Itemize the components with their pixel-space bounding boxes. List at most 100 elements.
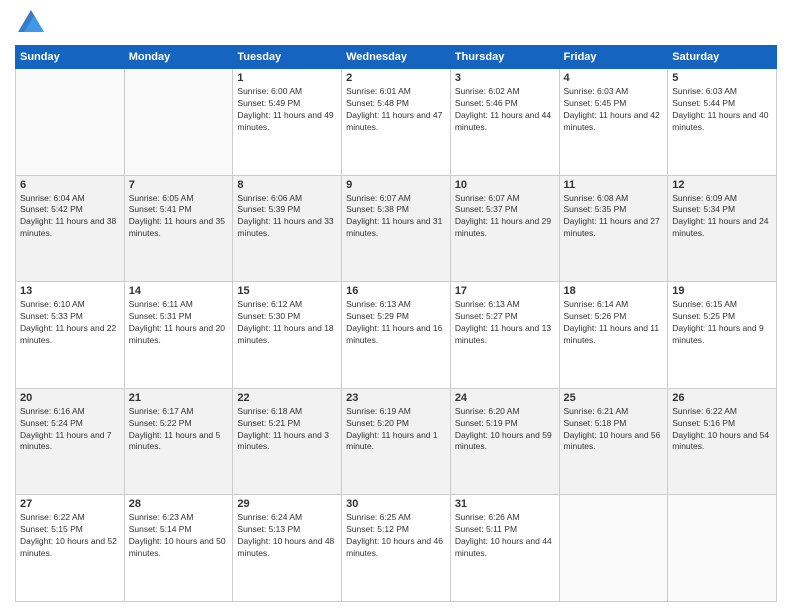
cell-details: Sunrise: 6:03 AM Sunset: 5:45 PM Dayligh… [564, 86, 664, 134]
weekday-header: Thursday [450, 46, 559, 69]
cell-details: Sunrise: 6:17 AM Sunset: 5:22 PM Dayligh… [129, 406, 229, 454]
cell-details: Sunrise: 6:07 AM Sunset: 5:37 PM Dayligh… [455, 193, 555, 241]
calendar-cell: 30 Sunrise: 6:25 AM Sunset: 5:12 PM Dayli… [342, 495, 451, 602]
calendar-cell: 17 Sunrise: 6:13 AM Sunset: 5:27 PM Dayli… [450, 282, 559, 389]
calendar-cell: 6Sunrise: 6:04 AM Sunset: 5:42 PM Daylig… [16, 175, 125, 282]
calendar-cell: 10 Sunrise: 6:07 AM Sunset: 5:37 PM Dayli… [450, 175, 559, 282]
calendar-cell: 1Sunrise: 6:00 AM Sunset: 5:49 PM Daylig… [233, 69, 342, 176]
cell-details: Sunrise: 6:07 AM Sunset: 5:38 PM Dayligh… [346, 193, 446, 241]
header [15, 10, 777, 37]
calendar-cell: 26Sunrise: 6:22 AM Sunset: 5:16 PM Dayli… [668, 388, 777, 495]
cell-details: Sunrise: 6:15 AM Sunset: 5:25 PM Dayligh… [672, 299, 772, 347]
cell-details: Sunrise: 6:24 AM Sunset: 5:13 PM Dayligh… [237, 512, 337, 560]
calendar-cell: 28 Sunrise: 6:23 AM Sunset: 5:14 PM Dayli… [124, 495, 233, 602]
calendar-cell: 14Sunrise: 6:11 AM Sunset: 5:31 PM Dayli… [124, 282, 233, 389]
cell-details: Sunrise: 6:10 AM Sunset: 5:33 PM Dayligh… [20, 299, 120, 347]
day-number: 30 [346, 498, 446, 510]
calendar-week-row: 13 Sunrise: 6:10 AM Sunset: 5:33 PM Dayli… [16, 282, 777, 389]
cell-details: Sunrise: 6:03 AM Sunset: 5:44 PM Dayligh… [672, 86, 772, 134]
calendar-week-row: 27 Sunrise: 6:22 AM Sunset: 5:15 PM Dayli… [16, 495, 777, 602]
cell-details: Sunrise: 6:12 AM Sunset: 5:30 PM Dayligh… [237, 299, 337, 347]
calendar-cell: 25 Sunrise: 6:21 AM Sunset: 5:18 PM Dayli… [559, 388, 668, 495]
day-number: 22 [237, 392, 337, 404]
calendar-week-row: 20 Sunrise: 6:16 AM Sunset: 5:24 PM Dayli… [16, 388, 777, 495]
day-number: 8 [237, 179, 337, 191]
calendar-cell: 20 Sunrise: 6:16 AM Sunset: 5:24 PM Dayli… [16, 388, 125, 495]
cell-details: Sunrise: 6:22 AM Sunset: 5:15 PM Dayligh… [20, 512, 120, 560]
day-number: 9 [346, 179, 446, 191]
calendar-cell: 7 Sunrise: 6:05 AM Sunset: 5:41 PM Daylig… [124, 175, 233, 282]
calendar-cell: 18 Sunrise: 6:14 AM Sunset: 5:26 PM Dayli… [559, 282, 668, 389]
cell-details: Sunrise: 6:06 AM Sunset: 5:39 PM Dayligh… [237, 193, 337, 241]
day-number: 24 [455, 392, 555, 404]
weekday-header: Friday [559, 46, 668, 69]
calendar-cell: 3Sunrise: 6:02 AM Sunset: 5:46 PM Daylig… [450, 69, 559, 176]
cell-details: Sunrise: 6:08 AM Sunset: 5:35 PM Dayligh… [564, 193, 664, 241]
day-number: 18 [564, 285, 664, 297]
logo-text [15, 14, 44, 37]
calendar-week-row: 1Sunrise: 6:00 AM Sunset: 5:49 PM Daylig… [16, 69, 777, 176]
calendar-cell: 5 Sunrise: 6:03 AM Sunset: 5:44 PM Daylig… [668, 69, 777, 176]
weekday-header: Sunday [16, 46, 125, 69]
day-number: 16 [346, 285, 446, 297]
calendar-cell: 8 Sunrise: 6:06 AM Sunset: 5:39 PM Daylig… [233, 175, 342, 282]
day-number: 5 [672, 72, 772, 84]
day-number: 19 [672, 285, 772, 297]
calendar-cell [559, 495, 668, 602]
calendar-cell: 24 Sunrise: 6:20 AM Sunset: 5:19 PM Dayli… [450, 388, 559, 495]
cell-details: Sunrise: 6:13 AM Sunset: 5:29 PM Dayligh… [346, 299, 446, 347]
cell-details: Sunrise: 6:25 AM Sunset: 5:12 PM Dayligh… [346, 512, 446, 560]
logo [15, 14, 44, 37]
day-number: 14 [129, 285, 229, 297]
calendar-cell: 22 Sunrise: 6:18 AM Sunset: 5:21 PM Dayli… [233, 388, 342, 495]
calendar-cell [124, 69, 233, 176]
calendar-cell: 15 Sunrise: 6:12 AM Sunset: 5:30 PM Dayli… [233, 282, 342, 389]
day-number: 28 [129, 498, 229, 510]
cell-details: Sunrise: 6:26 AM Sunset: 5:11 PM Dayligh… [455, 512, 555, 560]
cell-details: Sunrise: 6:13 AM Sunset: 5:27 PM Dayligh… [455, 299, 555, 347]
calendar-cell: 13 Sunrise: 6:10 AM Sunset: 5:33 PM Dayli… [16, 282, 125, 389]
calendar-cell: 21 Sunrise: 6:17 AM Sunset: 5:22 PM Dayli… [124, 388, 233, 495]
day-number: 1 [237, 72, 337, 84]
day-number: 20 [20, 392, 120, 404]
cell-details: Sunrise: 6:19 AM Sunset: 5:20 PM Dayligh… [346, 406, 446, 454]
cell-details: Sunrise: 6:23 AM Sunset: 5:14 PM Dayligh… [129, 512, 229, 560]
cell-details: Sunrise: 6:14 AM Sunset: 5:26 PM Dayligh… [564, 299, 664, 347]
day-number: 13 [20, 285, 120, 297]
day-number: 6 [20, 179, 120, 191]
day-number: 11 [564, 179, 664, 191]
day-number: 4 [564, 72, 664, 84]
day-number: 31 [455, 498, 555, 510]
day-number: 17 [455, 285, 555, 297]
cell-details: Sunrise: 6:05 AM Sunset: 5:41 PM Dayligh… [129, 193, 229, 241]
calendar-cell: 12Sunrise: 6:09 AM Sunset: 5:34 PM Dayli… [668, 175, 777, 282]
calendar-page: SundayMondayTuesdayWednesdayThursdayFrid… [0, 0, 792, 612]
calendar-header-row: SundayMondayTuesdayWednesdayThursdayFrid… [16, 46, 777, 69]
cell-details: Sunrise: 6:16 AM Sunset: 5:24 PM Dayligh… [20, 406, 120, 454]
cell-details: Sunrise: 6:22 AM Sunset: 5:16 PM Dayligh… [672, 406, 772, 454]
calendar-cell [668, 495, 777, 602]
cell-details: Sunrise: 6:01 AM Sunset: 5:48 PM Dayligh… [346, 86, 446, 134]
day-number: 10 [455, 179, 555, 191]
calendar-cell: 16 Sunrise: 6:13 AM Sunset: 5:29 PM Dayli… [342, 282, 451, 389]
cell-details: Sunrise: 6:18 AM Sunset: 5:21 PM Dayligh… [237, 406, 337, 454]
weekday-header: Wednesday [342, 46, 451, 69]
day-number: 27 [20, 498, 120, 510]
calendar-cell: 4 Sunrise: 6:03 AM Sunset: 5:45 PM Daylig… [559, 69, 668, 176]
day-number: 7 [129, 179, 229, 191]
day-number: 15 [237, 285, 337, 297]
calendar-cell: 2Sunrise: 6:01 AM Sunset: 5:48 PM Daylig… [342, 69, 451, 176]
cell-details: Sunrise: 6:02 AM Sunset: 5:46 PM Dayligh… [455, 86, 555, 134]
day-number: 23 [346, 392, 446, 404]
calendar-cell: 9 Sunrise: 6:07 AM Sunset: 5:38 PM Daylig… [342, 175, 451, 282]
calendar-cell: 31 Sunrise: 6:26 AM Sunset: 5:11 PM Dayli… [450, 495, 559, 602]
cell-details: Sunrise: 6:20 AM Sunset: 5:19 PM Dayligh… [455, 406, 555, 454]
day-number: 21 [129, 392, 229, 404]
cell-details: Sunrise: 6:21 AM Sunset: 5:18 PM Dayligh… [564, 406, 664, 454]
calendar-cell [16, 69, 125, 176]
day-number: 12 [672, 179, 772, 191]
day-number: 25 [564, 392, 664, 404]
calendar-table: SundayMondayTuesdayWednesdayThursdayFrid… [15, 45, 777, 602]
calendar-cell: 27 Sunrise: 6:22 AM Sunset: 5:15 PM Dayli… [16, 495, 125, 602]
calendar-body: 1Sunrise: 6:00 AM Sunset: 5:49 PM Daylig… [16, 69, 777, 602]
